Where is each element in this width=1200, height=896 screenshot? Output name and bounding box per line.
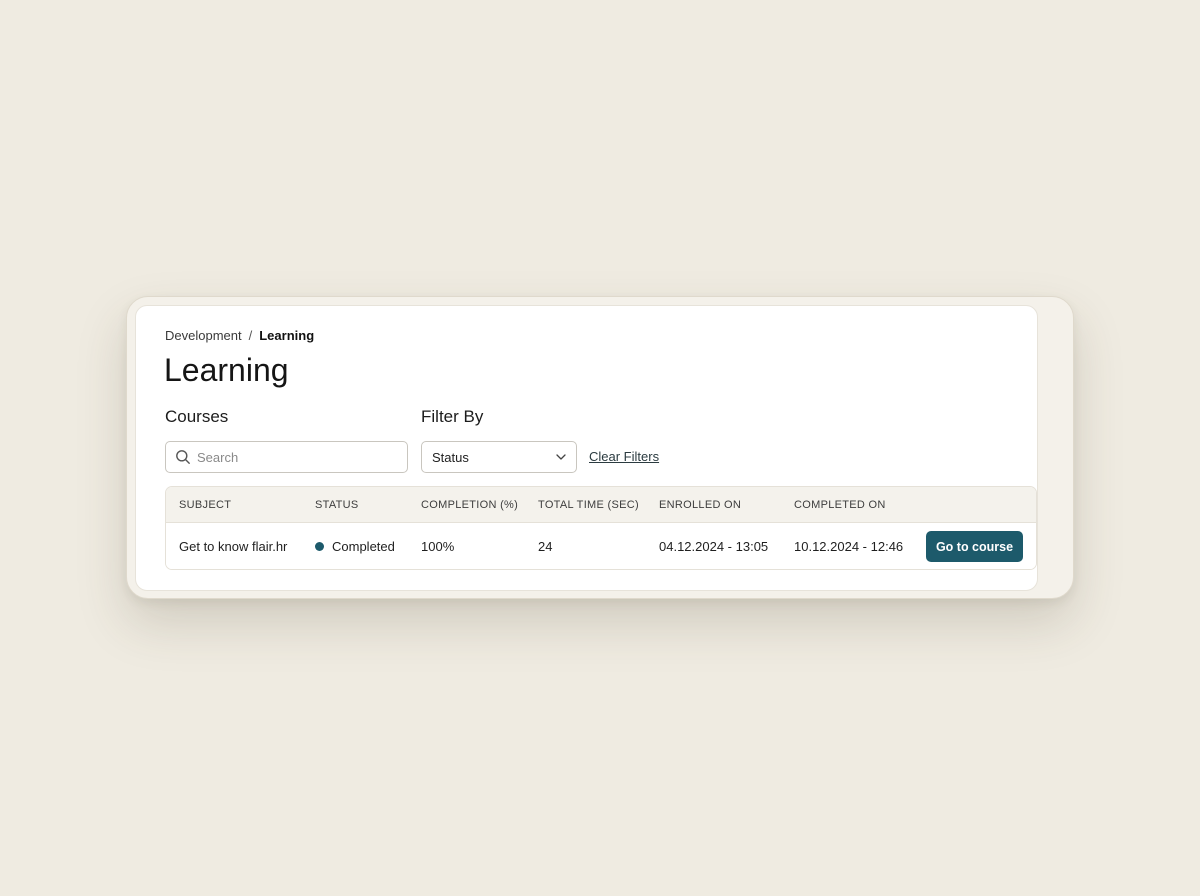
column-header-enrolled-on[interactable]: ENROLLED ON xyxy=(659,499,741,511)
status-dot-icon xyxy=(315,542,324,551)
breadcrumb: Development / Learning xyxy=(165,328,314,343)
column-header-completion[interactable]: COMPLETION (%) xyxy=(421,499,518,511)
go-to-course-button[interactable]: Go to course xyxy=(926,531,1023,562)
breadcrumb-parent[interactable]: Development xyxy=(165,328,242,343)
cell-completed-on: 10.12.2024 - 12:46 xyxy=(794,539,904,554)
column-header-total-time[interactable]: TOTAL TIME (SEC) xyxy=(538,499,639,511)
breadcrumb-current: Learning xyxy=(259,328,315,343)
table-row[interactable]: Get to know flair.hr Completed 100% 24 0… xyxy=(166,523,1036,569)
column-header-status[interactable]: STATUS xyxy=(315,499,359,511)
cell-total-time: 24 xyxy=(538,539,553,554)
page-title: Learning xyxy=(164,352,289,388)
cell-enrolled-on: 04.12.2024 - 13:05 xyxy=(659,539,769,554)
search-icon xyxy=(176,450,190,464)
courses-label: Courses xyxy=(165,407,229,426)
cell-completion: 100% xyxy=(421,539,455,554)
status-text: Completed xyxy=(332,539,395,554)
chevron-down-icon xyxy=(556,454,566,460)
filter-by-label: Filter By xyxy=(421,407,484,426)
search-input[interactable] xyxy=(197,447,397,467)
cell-status: Completed xyxy=(315,539,395,554)
search-box[interactable] xyxy=(165,441,408,473)
column-header-completed-on[interactable]: COMPLETED ON xyxy=(794,499,886,511)
table-header: SUBJECT STATUS COMPLETION (%) TOTAL TIME… xyxy=(166,487,1036,523)
breadcrumb-separator: / xyxy=(248,328,253,343)
column-header-subject[interactable]: SUBJECT xyxy=(179,499,231,511)
learning-card: Development / Learning Learning Courses Fi… xyxy=(135,305,1038,591)
cell-subject: Get to know flair.hr xyxy=(179,539,288,554)
clear-filters-link[interactable]: Clear Filters xyxy=(589,449,659,464)
status-filter-value: Status xyxy=(432,450,469,465)
courses-table: SUBJECT STATUS COMPLETION (%) TOTAL TIME… xyxy=(165,486,1037,570)
status-filter-select[interactable]: Status xyxy=(421,441,577,473)
